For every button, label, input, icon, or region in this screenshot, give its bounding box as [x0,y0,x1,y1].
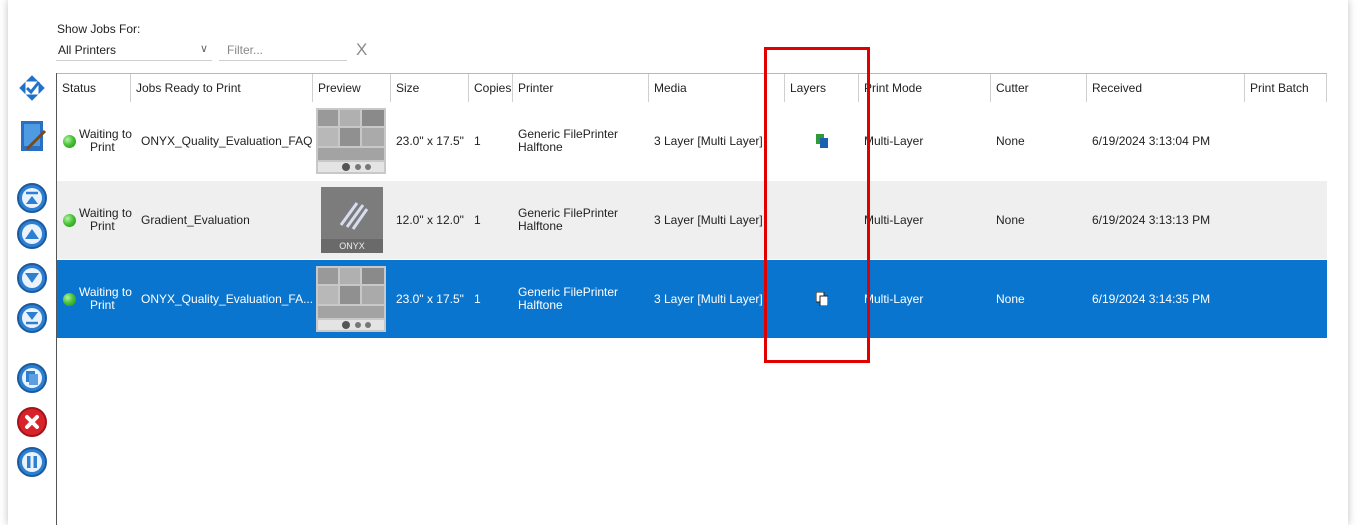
onyx-logo-text: ONYX [339,241,365,251]
delete-icon[interactable] [14,404,50,440]
print-mode-cell: Multi-Layer [864,213,924,227]
column-header-received[interactable]: Received [1087,74,1245,102]
received-cell: 6/19/2024 3:13:13 PM [1092,213,1211,227]
quality-evaluation-thumbnail [316,108,386,174]
layers-cell [785,102,859,180]
pause-icon[interactable] [14,444,50,480]
media-cell: 3 Layer [Multi Layer] [654,213,763,227]
status-text-line2: Print [90,298,115,312]
printer-mode: Halftone [518,219,563,233]
status-cell: Waiting to Print [57,181,132,259]
layers-cell [785,260,859,338]
preview-thumbnail [313,102,391,180]
filter-input[interactable] [225,40,349,60]
print-mode-cell: Multi-Layer [864,292,924,306]
select-all-icon[interactable] [14,70,50,106]
status-ready-icon [63,292,76,306]
table-row-selected[interactable]: Waiting to Print ONYX_Quality_Evaluation… [57,260,1327,338]
layers-icon [816,292,828,306]
job-name: Gradient_Evaluation [141,213,250,227]
size-cell: 12.0" x 12.0" [396,213,464,227]
status-cell: Waiting to Print [57,260,132,338]
status-text-line2: Print [90,140,115,154]
table-row[interactable]: Waiting to Print Gradient_Evaluation ONY… [57,181,1327,259]
printer-cell: Generic FilePrinter Halftone [513,181,649,259]
cutter-cell: None [996,292,1025,306]
column-header-preview[interactable]: Preview [313,74,391,102]
printer-mode: Halftone [518,298,563,312]
column-header-copies[interactable]: Copies [469,74,513,102]
table-row[interactable]: Waiting to Print ONYX_Quality_Evaluation… [57,102,1327,180]
column-header-print-batch[interactable]: Print Batch [1245,74,1327,102]
received-cell: 6/19/2024 3:13:04 PM [1092,134,1211,148]
printer-filter-select[interactable]: All Printers ∨ [56,40,212,61]
move-up-icon[interactable] [14,216,50,252]
media-cell: 3 Layer [Multi Layer] [654,292,763,306]
column-header-cutter[interactable]: Cutter [991,74,1087,102]
jobs-table: Status Jobs Ready to Print Preview Size … [56,73,1341,525]
column-header-layers[interactable]: Layers [785,74,859,102]
job-name: ONYX_Quality_Evaluation_FAQ [141,134,313,148]
size-cell: 23.0" x 17.5" [396,292,464,306]
edit-job-icon[interactable] [14,118,50,154]
clear-filter-button[interactable]: X [356,40,367,60]
cutter-cell: None [996,213,1025,227]
move-down-icon[interactable] [14,260,50,296]
move-to-bottom-icon[interactable] [14,300,50,336]
column-header-job-name[interactable]: Jobs Ready to Print [131,74,313,102]
column-header-print-mode[interactable]: Print Mode [859,74,991,102]
size-cell: 23.0" x 17.5" [396,134,464,148]
job-name: ONYX_Quality_Evaluation_FA... [141,292,314,306]
print-batch-cell [1245,260,1327,338]
layers-cell [785,181,859,259]
column-header-printer[interactable]: Printer [513,74,649,102]
chevron-down-icon: ∨ [199,43,208,55]
printer-filter-value: All Printers [58,43,117,57]
cutter-cell: None [996,134,1025,148]
column-header-media[interactable]: Media [649,74,785,102]
print-batch-cell [1245,181,1327,259]
printer-cell: Generic FilePrinter Halftone [513,102,649,180]
print-batch-cell [1245,102,1327,180]
status-ready-icon [63,134,76,148]
column-header-status[interactable]: Status [57,74,131,102]
received-cell: 6/19/2024 3:14:35 PM [1092,292,1211,306]
show-jobs-label: Show Jobs For: [57,22,141,36]
onyx-logo-thumbnail: ONYX [321,187,383,253]
print-mode-cell: Multi-Layer [864,134,924,148]
duplicate-icon[interactable] [14,360,50,396]
quality-evaluation-thumbnail [316,266,386,332]
status-text-line2: Print [90,219,115,233]
media-cell: 3 Layer [Multi Layer] [654,134,763,148]
copies-cell: 1 [474,134,481,148]
status-ready-icon [63,213,76,227]
filter-field[interactable] [219,40,349,61]
copies-cell: 1 [474,213,481,227]
column-header-size[interactable]: Size [391,74,469,102]
copies-cell: 1 [474,292,481,306]
preview-thumbnail: ONYX [313,181,391,259]
preview-thumbnail [313,260,391,338]
move-to-top-icon[interactable] [14,180,50,216]
printer-cell: Generic FilePrinter Halftone [513,260,649,338]
table-header: Status Jobs Ready to Print Preview Size … [57,73,1327,103]
status-cell: Waiting to Print [57,102,132,180]
printer-mode: Halftone [518,140,563,154]
layers-icon [816,134,828,148]
